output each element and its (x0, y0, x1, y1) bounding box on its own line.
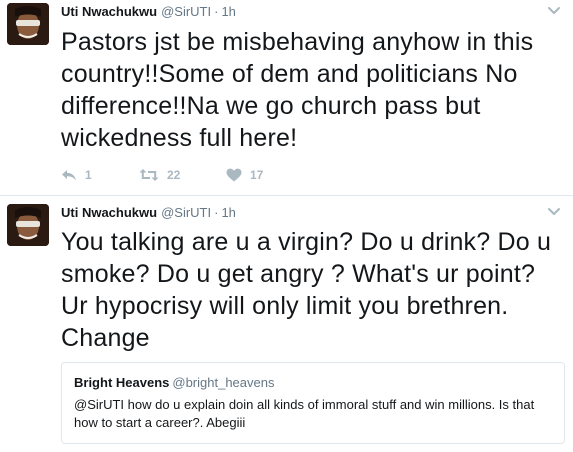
quoted-author-handle: @bright_heavens (172, 375, 275, 390)
tweet[interactable]: Uti Nwachukwu @SirUTI · 1h You talking are … (0, 196, 573, 452)
author-name[interactable]: Uti Nwachukwu (61, 4, 157, 19)
timestamp[interactable]: 1h (221, 205, 235, 220)
separator: · (214, 205, 219, 220)
retweet-button[interactable]: 22 (139, 166, 180, 184)
like-button[interactable]: 17 (226, 166, 263, 184)
tweet-header: Uti Nwachukwu @SirUTI · 1h (61, 204, 236, 222)
tweet-text: You talking are u a virgin? Do u drink? … (61, 228, 552, 352)
author-handle[interactable]: @SirUTI (161, 4, 211, 19)
chevron-down-icon[interactable] (547, 207, 561, 217)
author-handle[interactable]: @SirUTI (161, 205, 211, 220)
quoted-tweet[interactable]: Bright Heavens @bright_heavens @SirUTI ho… (61, 362, 565, 444)
heart-icon (226, 168, 242, 182)
quoted-author-name: Bright Heavens (74, 375, 170, 390)
retweet-count: 22 (167, 168, 181, 182)
separator: · (214, 4, 219, 19)
author-name[interactable]: Uti Nwachukwu (61, 205, 157, 220)
tweet[interactable]: Uti Nwachukwu @SirUTI · 1h Pastors jst be m… (0, 0, 573, 196)
quoted-tweet-text: @SirUTI how do u explain doin all kinds … (74, 397, 535, 430)
avatar-photo (7, 3, 49, 45)
quoted-tweet-header: Bright Heavens @bright_heavens (74, 375, 274, 391)
timestamp[interactable]: 1h (221, 4, 235, 19)
reply-count: 1 (85, 168, 92, 182)
avatar[interactable] (7, 204, 49, 246)
reply-icon (62, 170, 76, 181)
tweet-text: Pastors jst be misbehaving anyhow in thi… (61, 28, 534, 152)
retweet-icon (139, 169, 159, 181)
avatar[interactable] (7, 3, 49, 45)
avatar-photo (7, 204, 49, 246)
tweet-header: Uti Nwachukwu @SirUTI · 1h (61, 3, 236, 21)
reply-button[interactable]: 1 (61, 166, 92, 184)
like-count: 17 (250, 168, 264, 182)
chevron-down-icon[interactable] (547, 6, 561, 16)
